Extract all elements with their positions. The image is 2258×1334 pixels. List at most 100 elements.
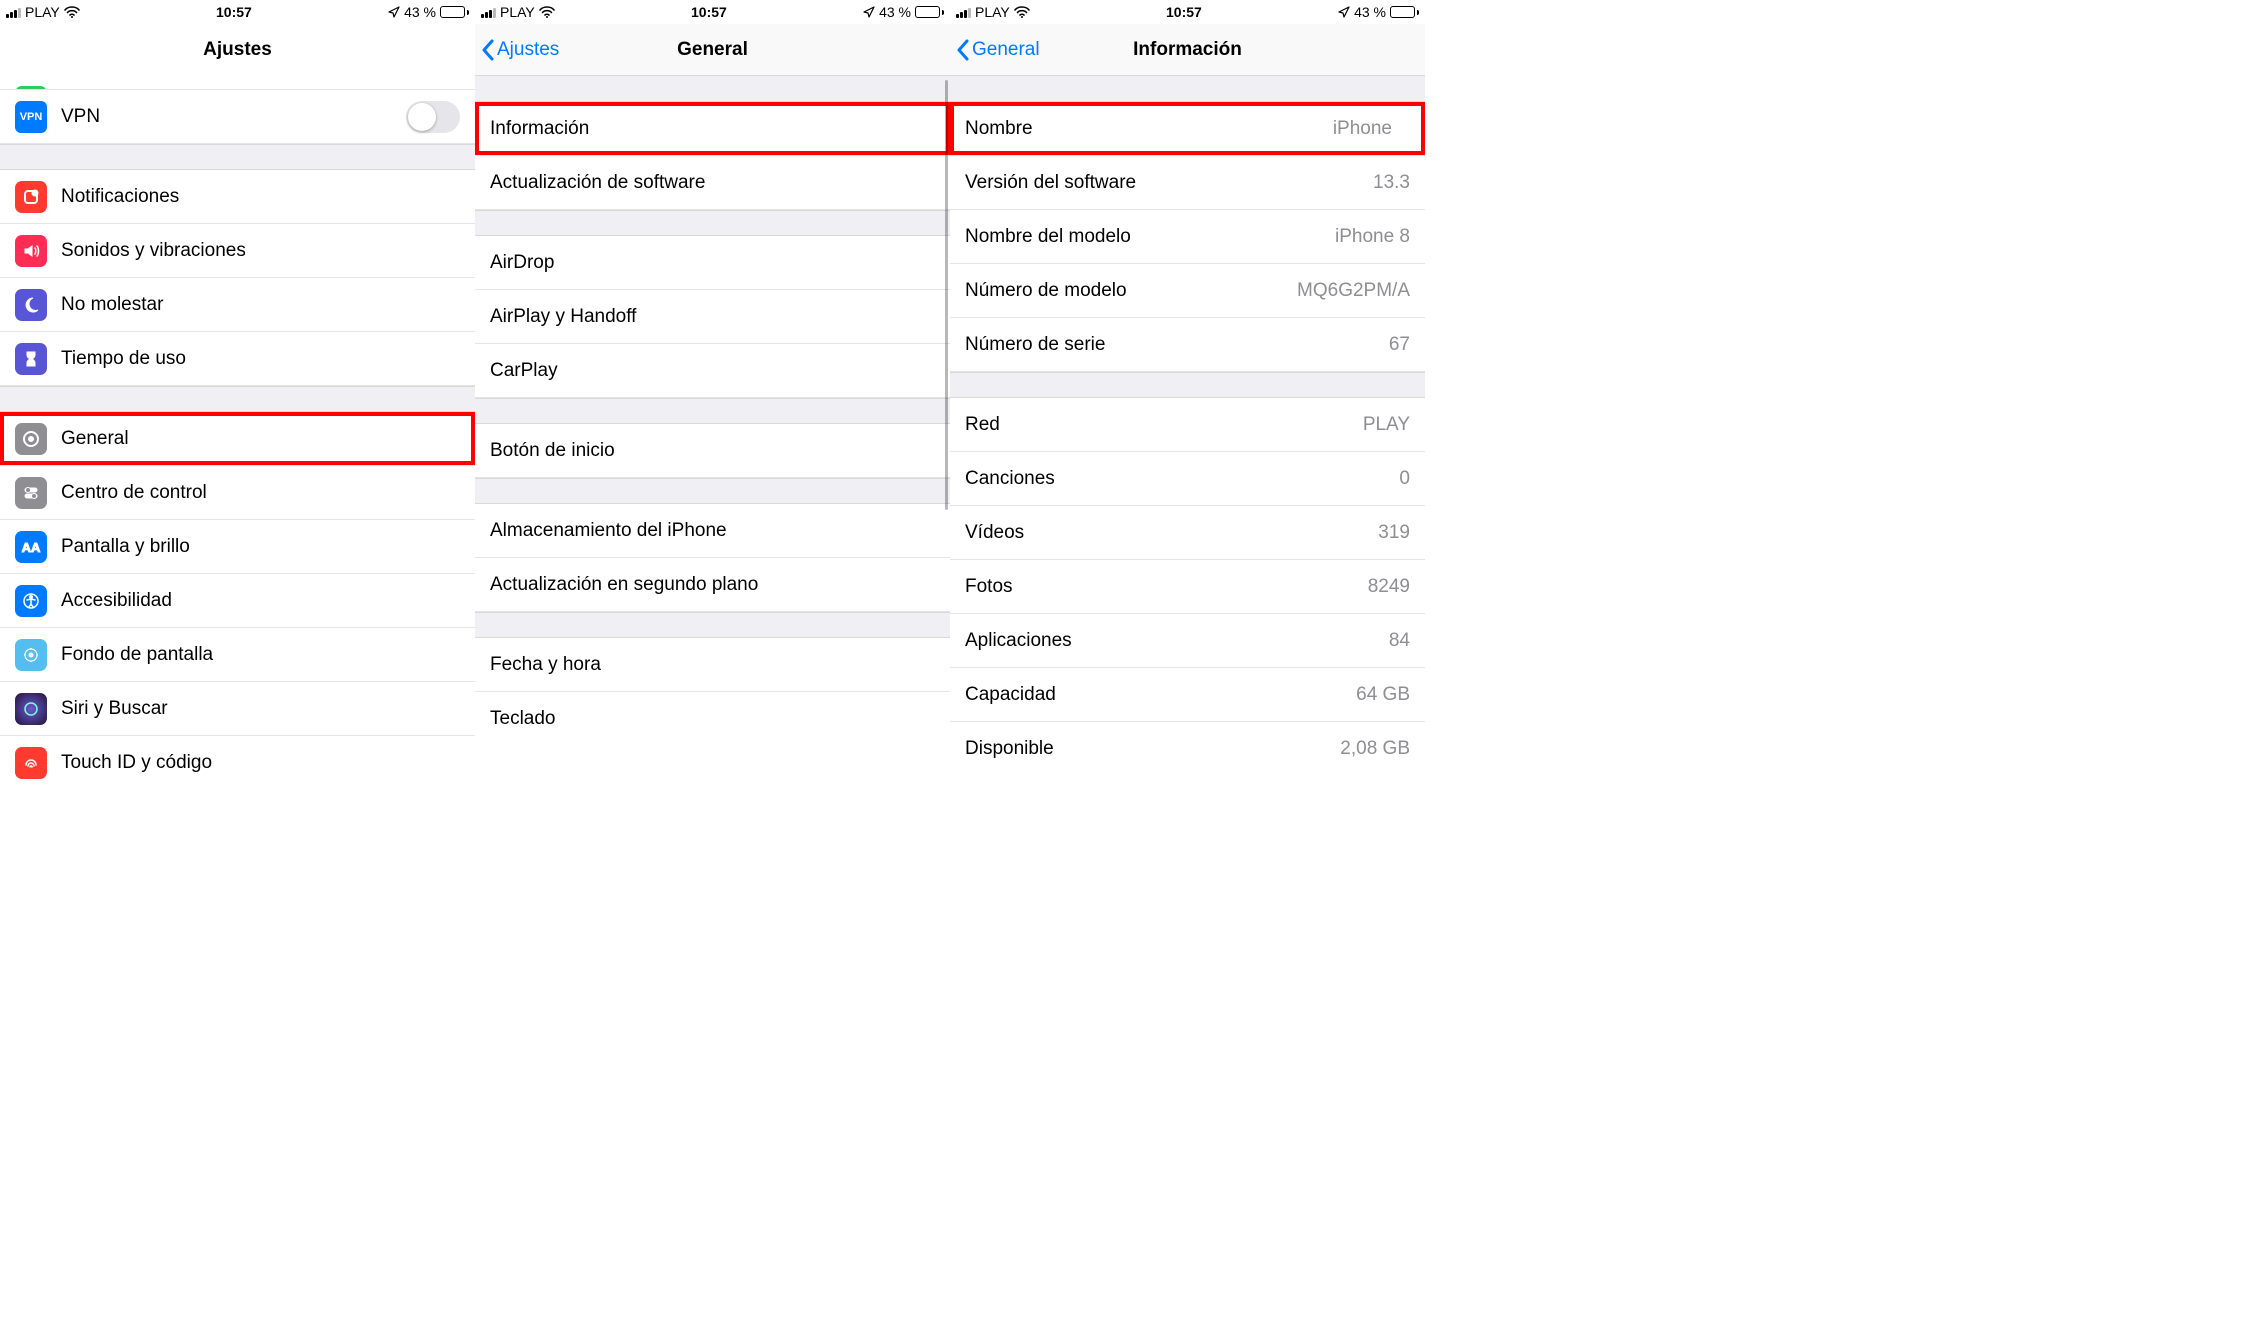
page-title: Ajustes [203, 39, 272, 61]
row-datetime[interactable]: Fecha y hora [475, 638, 950, 692]
row-value: 8249 [1368, 576, 1410, 598]
row-label: Vídeos [965, 522, 1024, 544]
row-hotspot-peek[interactable]: Punto de acceso personal No [0, 76, 475, 90]
row-homebutton[interactable]: Botón de inicio [475, 424, 950, 478]
row-label: Capacidad [965, 684, 1056, 706]
chevron-right-icon [925, 523, 935, 539]
row-modelnum[interactable]: Número de modelo MQ6G2PM/A [950, 264, 1425, 318]
row-touchid[interactable]: Touch ID y código [0, 736, 475, 790]
row-wallpaper[interactable]: Fondo de pantalla [0, 628, 475, 682]
chevron-right-icon [450, 351, 460, 367]
row-label: Siri y Buscar [61, 698, 168, 720]
row-capacity[interactable]: Capacidad 64 GB [950, 668, 1425, 722]
row-carplay[interactable]: CarPlay [475, 344, 950, 398]
row-label: Red [965, 414, 1000, 436]
chevron-right-icon [450, 593, 460, 609]
screen-general: PLAY 10:57 43 % Ajustes General Informac… [475, 0, 950, 840]
chevron-right-icon [925, 443, 935, 459]
battery-percent: 43 % [1354, 4, 1386, 20]
row-airdrop[interactable]: AirDrop [475, 236, 950, 290]
vpn-toggle[interactable] [406, 101, 460, 133]
row-vpn[interactable]: VPN VPN [0, 90, 475, 144]
wallpaper-icon [15, 639, 47, 671]
signal-icon [481, 7, 496, 18]
row-label: Botón de inicio [490, 440, 615, 462]
notifications-icon [15, 181, 47, 213]
row-label: CarPlay [490, 360, 558, 382]
chevron-right-icon [450, 539, 460, 555]
row-sounds[interactable]: Sonidos y vibraciones [0, 224, 475, 278]
battery-icon [440, 6, 469, 18]
svg-text:AA: AA [22, 540, 41, 555]
wifi-icon [64, 6, 80, 18]
row-notifications[interactable]: Notificaciones [0, 170, 475, 224]
row-value: 0 [1399, 468, 1410, 490]
row-screentime[interactable]: Tiempo de uso [0, 332, 475, 386]
row-controlcenter[interactable]: Centro de control [0, 466, 475, 520]
back-button[interactable]: Ajustes [481, 24, 559, 75]
row-label: Versión del software [965, 172, 1136, 194]
row-label: Nombre [965, 118, 1033, 140]
row-accessibility[interactable]: Accesibilidad [0, 574, 475, 628]
controlcenter-icon [15, 477, 47, 509]
carrier-label: PLAY [25, 4, 60, 20]
back-button[interactable]: General [956, 24, 1040, 75]
clock: 10:57 [691, 4, 727, 20]
row-songs[interactable]: Canciones 0 [950, 452, 1425, 506]
chevron-right-icon [450, 755, 460, 771]
row-label: Teclado [490, 708, 556, 730]
row-siri[interactable]: Siri y Buscar [0, 682, 475, 736]
row-available[interactable]: Disponible 2,08 GB [950, 722, 1425, 776]
chevron-left-icon [481, 39, 495, 61]
row-label: VPN [61, 106, 100, 128]
status-bar: PLAY 10:57 43 % [0, 0, 475, 24]
chevron-left-icon [956, 39, 970, 61]
row-apps[interactable]: Aplicaciones 84 [950, 614, 1425, 668]
screen-informacion: PLAY 10:57 43 % General Información Nomb… [950, 0, 1425, 840]
siri-icon [15, 693, 47, 725]
row-label: Fondo de pantalla [61, 644, 213, 666]
signal-icon [956, 7, 971, 18]
row-label: AirDrop [490, 252, 554, 274]
chevron-right-icon [925, 175, 935, 191]
row-photos[interactable]: Fotos 8249 [950, 560, 1425, 614]
row-label: Fecha y hora [490, 654, 601, 676]
row-value: PLAY [1363, 414, 1410, 436]
row-bgrefresh[interactable]: Actualización en segundo plano [475, 558, 950, 612]
row-value: 319 [1378, 522, 1410, 544]
row-display[interactable]: AA Pantalla y brillo [0, 520, 475, 574]
nav-bar: General Información [950, 24, 1425, 76]
row-serial[interactable]: Número de serie 67 [950, 318, 1425, 372]
row-label: General [61, 428, 129, 450]
carrier-label: PLAY [500, 4, 535, 20]
row-softwareupdate[interactable]: Actualización de software [475, 156, 950, 210]
row-modelname[interactable]: Nombre del modelo iPhone 8 [950, 210, 1425, 264]
row-general[interactable]: General [0, 412, 475, 466]
carrier-label: PLAY [975, 4, 1010, 20]
row-version[interactable]: Versión del software 13.3 [950, 156, 1425, 210]
location-icon [388, 6, 400, 18]
row-about[interactable]: Información [475, 102, 950, 156]
row-keyboard[interactable]: Teclado [475, 692, 950, 746]
chevron-right-icon [450, 647, 460, 663]
page-title: General [677, 39, 748, 61]
battery-percent: 43 % [879, 4, 911, 20]
display-icon: AA [15, 531, 47, 563]
row-network[interactable]: Red PLAY [950, 398, 1425, 452]
row-videos[interactable]: Vídeos 319 [950, 506, 1425, 560]
page-title: Información [1133, 39, 1242, 61]
chevron-right-icon [925, 657, 935, 673]
row-name[interactable]: Nombre iPhone [950, 102, 1425, 156]
scrollbar[interactable] [945, 80, 948, 510]
row-storage[interactable]: Almacenamiento del iPhone [475, 504, 950, 558]
back-label: General [972, 39, 1040, 61]
row-label: Información [490, 118, 589, 140]
row-label: Tiempo de uso [61, 348, 186, 370]
row-airplay[interactable]: AirPlay y Handoff [475, 290, 950, 344]
row-value: 2,08 GB [1340, 738, 1410, 760]
signal-icon [6, 7, 21, 18]
clock: 10:57 [216, 4, 252, 20]
row-dnd[interactable]: No molestar [0, 278, 475, 332]
row-value: 84 [1389, 630, 1410, 652]
dnd-icon [15, 289, 47, 321]
